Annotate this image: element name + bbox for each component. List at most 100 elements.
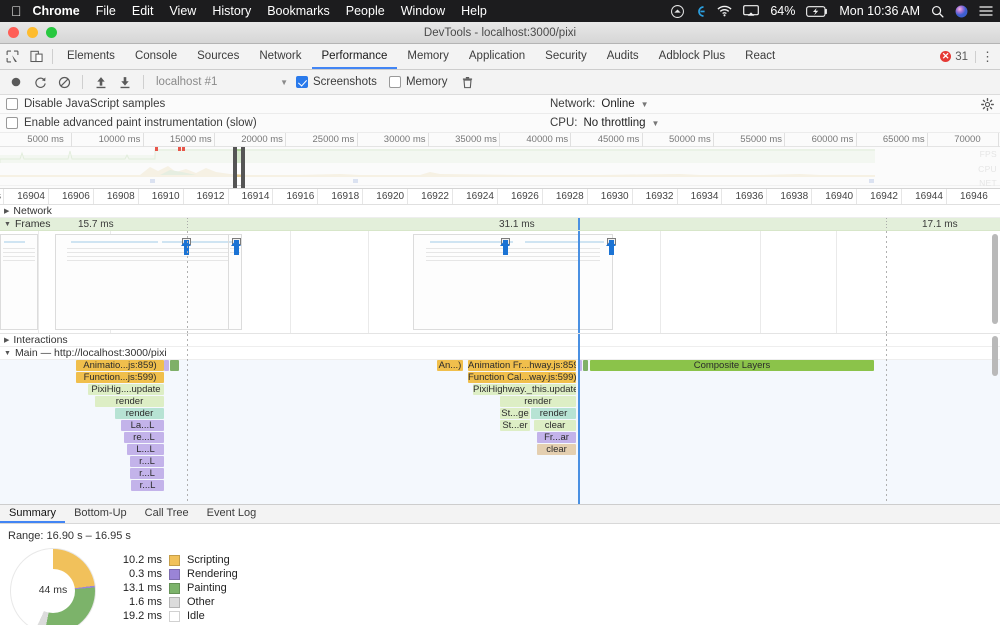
- flame-bar[interactable]: clear: [537, 444, 576, 455]
- frame-screenshots-strip[interactable]: [0, 231, 1000, 334]
- flame-bar[interactable]: render: [500, 396, 576, 407]
- siri-icon[interactable]: [955, 5, 968, 18]
- chevron-down-icon[interactable]: ▼: [4, 350, 11, 357]
- flame-bar[interactable]: re...L: [124, 432, 164, 443]
- track-main[interactable]: ▼ Main — http://localhost:3000/pixi: [0, 347, 1000, 360]
- flame-bar[interactable]: PixiHighway._this.update: [473, 384, 576, 395]
- apple-icon[interactable]: : [11, 4, 22, 18]
- flame-bar[interactable]: [170, 360, 179, 371]
- error-count-badge[interactable]: ✕ 31: [940, 51, 968, 63]
- clear-recording-icon[interactable]: [54, 72, 74, 92]
- tab-console[interactable]: Console: [125, 44, 187, 69]
- flame-chart-bars[interactable]: Animatio...js:859) Function...js:599) Pixi…: [0, 360, 1000, 504]
- menu-edit[interactable]: Edit: [132, 4, 154, 18]
- frame-screenshot[interactable]: [0, 234, 38, 330]
- flame-bar[interactable]: Animatio...js:859): [76, 360, 164, 371]
- flame-bar[interactable]: render: [95, 396, 164, 407]
- flame-bar[interactable]: [164, 360, 169, 371]
- menu-view[interactable]: View: [169, 4, 196, 18]
- tab-performance[interactable]: Performance: [311, 44, 398, 69]
- tab-call-tree[interactable]: Call Tree: [136, 505, 198, 523]
- tab-network[interactable]: Network: [249, 44, 311, 69]
- flame-bar[interactable]: [583, 360, 588, 371]
- menu-people[interactable]: People: [346, 4, 385, 18]
- disable-js-samples-checkbox[interactable]: [6, 98, 18, 110]
- menubar-clock[interactable]: Mon 10:36 AM: [839, 4, 920, 18]
- flame-chart[interactable]: ▶ Interactions ▼ Main — http://localhost…: [0, 334, 1000, 504]
- network-throttle-control[interactable]: Network: Online ▼: [550, 98, 649, 110]
- frame-duration-3[interactable]: 17.1 ms: [922, 219, 958, 230]
- wifi-icon[interactable]: [717, 5, 732, 17]
- menu-file[interactable]: File: [96, 4, 116, 18]
- inspect-element-icon[interactable]: [0, 44, 24, 69]
- flame-bar[interactable]: Animation Fr...hway.js:859): [468, 360, 576, 371]
- tab-application[interactable]: Application: [459, 44, 535, 69]
- flame-bar[interactable]: Function Cal...way.js:599): [468, 372, 576, 383]
- legend-row[interactable]: 1.6 ms Other: [114, 595, 238, 609]
- chevron-down-icon[interactable]: ▼: [4, 221, 11, 228]
- summary-donut-chart[interactable]: 44 ms: [10, 548, 96, 625]
- reload-and-record-icon[interactable]: [30, 72, 50, 92]
- chevron-right-icon[interactable]: ▶: [4, 207, 9, 215]
- track-network[interactable]: ▶ Network: [0, 205, 1000, 218]
- track-frames[interactable]: ▼ Frames 15.7 ms 31.1 ms 17.1 ms: [0, 218, 1000, 231]
- airplay-icon[interactable]: [743, 5, 760, 17]
- save-profile-icon[interactable]: [115, 72, 135, 92]
- menu-app-name[interactable]: Chrome: [33, 4, 80, 18]
- flame-bar[interactable]: render: [115, 408, 164, 419]
- menu-help[interactable]: Help: [461, 4, 487, 18]
- flame-bar[interactable]: St...ge: [500, 408, 530, 419]
- overview-lanes[interactable]: FPS CPU NET: [0, 147, 1000, 188]
- frame-screenshot[interactable]: [413, 234, 616, 330]
- flame-bar[interactable]: render: [531, 408, 576, 419]
- flame-bar[interactable]: Composite Layers: [590, 360, 874, 371]
- flame-scrollbar[interactable]: [992, 336, 998, 376]
- vertical-dots-icon[interactable]: ⋮: [981, 50, 994, 63]
- tab-security[interactable]: Security: [535, 44, 597, 69]
- frame-screenshot[interactable]: [55, 234, 240, 330]
- legend-row[interactable]: 13.1 ms Painting: [114, 581, 238, 595]
- gear-icon[interactable]: [981, 98, 994, 114]
- legend-row[interactable]: 0.3 ms Rendering: [114, 567, 238, 581]
- menu-window[interactable]: Window: [401, 4, 445, 18]
- battery-charging-icon[interactable]: [806, 5, 828, 17]
- tab-adblock-plus[interactable]: Adblock Plus: [649, 44, 735, 69]
- frame-duration-1[interactable]: 15.7 ms: [78, 219, 114, 230]
- tab-summary[interactable]: Summary: [0, 505, 66, 523]
- frame-screenshot[interactable]: [228, 234, 242, 330]
- tab-sources[interactable]: Sources: [187, 44, 249, 69]
- menu-history[interactable]: History: [212, 4, 251, 18]
- flame-bar[interactable]: Fr...ar: [537, 432, 576, 443]
- spotlight-search-icon[interactable]: [931, 5, 944, 18]
- record-circle-icon[interactable]: [6, 72, 26, 92]
- flame-bar[interactable]: clear: [534, 420, 576, 431]
- tab-event-log[interactable]: Event Log: [198, 505, 266, 523]
- load-profile-icon[interactable]: [91, 72, 111, 92]
- session-select[interactable]: localhost #1 ▼: [152, 76, 292, 88]
- screenshots-scrollbar[interactable]: [992, 234, 998, 324]
- legend-row[interactable]: 19.2 ms Idle: [114, 609, 238, 623]
- advanced-paint-checkbox[interactable]: [6, 117, 18, 129]
- collect-garbage-icon[interactable]: [457, 72, 477, 92]
- screenshots-checkbox[interactable]: Screenshots: [296, 76, 377, 88]
- flame-bar[interactable]: r...L: [130, 456, 164, 467]
- tab-elements[interactable]: Elements: [57, 44, 125, 69]
- overview-window-right-handle[interactable]: [241, 147, 245, 188]
- cpu-throttle-control[interactable]: CPU: No throttling ▼: [550, 117, 659, 129]
- overview-window-left-handle[interactable]: [233, 147, 237, 188]
- memory-checkbox[interactable]: Memory: [388, 76, 447, 88]
- dropbox-icon[interactable]: [671, 4, 685, 18]
- flame-bar[interactable]: La...L: [121, 420, 164, 431]
- tab-memory[interactable]: Memory: [397, 44, 459, 69]
- notification-center-icon[interactable]: [979, 5, 993, 17]
- tab-bottom-up[interactable]: Bottom-Up: [65, 505, 136, 523]
- legend-row[interactable]: 10.2 ms Scripting: [114, 553, 238, 567]
- toggle-device-toolbar-icon[interactable]: [24, 44, 48, 69]
- flame-bar[interactable]: L...L: [127, 444, 164, 455]
- flame-bar[interactable]: r...L: [130, 468, 164, 479]
- menu-bookmarks[interactable]: Bookmarks: [267, 4, 330, 18]
- flame-bar[interactable]: Function...js:599): [76, 372, 164, 383]
- track-interactions[interactable]: ▶ Interactions: [0, 334, 1000, 347]
- flame-bar[interactable]: r...L: [131, 480, 164, 491]
- flame-bar[interactable]: An...): [437, 360, 463, 371]
